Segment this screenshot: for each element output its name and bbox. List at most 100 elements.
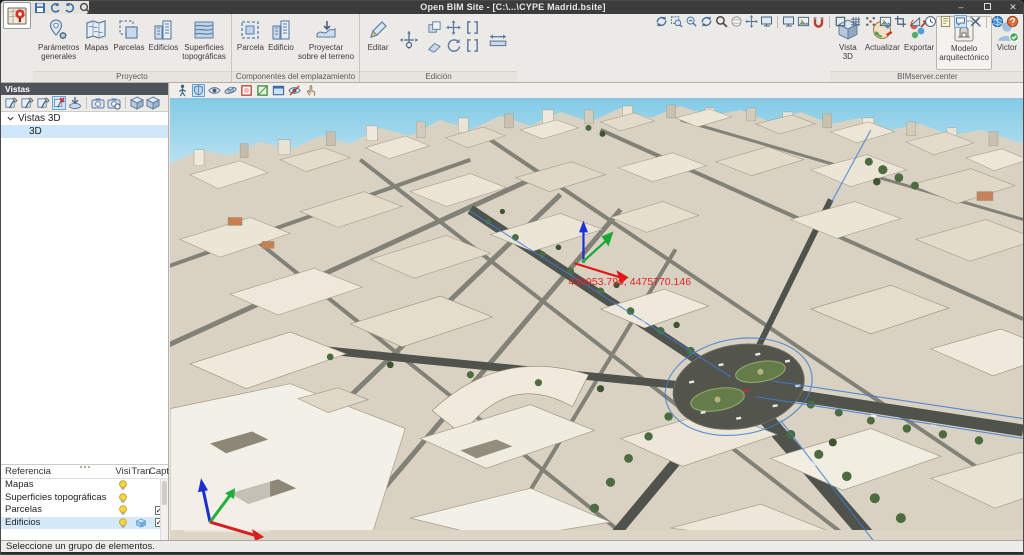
- tree-group-vistas-3d[interactable]: Vistas 3D: [1, 112, 168, 125]
- group-label-componentes: Componentes del emplazamiento: [232, 71, 359, 82]
- notes-icon[interactable]: [939, 15, 952, 28]
- wire-box-icon[interactable]: [146, 96, 160, 110]
- sphere-icon[interactable]: [730, 15, 743, 28]
- views-panel-title: Vistas: [1, 83, 168, 95]
- screen-icon[interactable]: [760, 15, 773, 28]
- group-label-bimserver: BIMserver.center: [830, 71, 1024, 82]
- globe-icon[interactable]: [991, 15, 1004, 28]
- help-icon[interactable]: [1006, 15, 1019, 28]
- window-view-icon[interactable]: [272, 84, 285, 97]
- window-title: Open BIM Site - [C:\...\CYPE Madrid.bsit…: [1, 2, 1024, 12]
- ribbon-group-componentes: Parcela Edificio Proyectar sobre el terr…: [231, 14, 359, 82]
- parameters-icon: [47, 18, 71, 42]
- visibility-bulb-icon[interactable]: [118, 480, 128, 490]
- title-bar: Open BIM Site - [C:\...\CYPE Madrid.bsit…: [1, 1, 1024, 14]
- copy-icon[interactable]: [427, 20, 442, 35]
- minimize-button[interactable]: –: [955, 1, 967, 14]
- table-row-edificios[interactable]: Edificios ✓: [1, 517, 168, 530]
- frame-icon[interactable]: [834, 15, 847, 28]
- edit-view-icon[interactable]: [20, 96, 34, 110]
- zoom-window-icon[interactable]: [670, 15, 683, 28]
- delete-view-icon[interactable]: [52, 96, 66, 110]
- edificios-button[interactable]: Edificios: [146, 16, 180, 70]
- photo-icon[interactable]: [91, 96, 105, 110]
- visibility-bulb-icon[interactable]: [118, 505, 128, 515]
- clip-box-red-icon[interactable]: [240, 84, 253, 97]
- grid-icon[interactable]: [849, 15, 862, 28]
- ribbon-group-edicion: Editar Edición: [359, 14, 517, 82]
- panel-splitter[interactable]: [1, 464, 168, 469]
- comment-icon[interactable]: [954, 15, 967, 28]
- new-view-icon[interactable]: [4, 96, 18, 110]
- slope-icon[interactable]: [909, 15, 922, 28]
- measure-person-icon[interactable]: [176, 84, 189, 97]
- hide-eye-icon[interactable]: [288, 84, 301, 97]
- maximize-button[interactable]: [981, 1, 993, 14]
- parcela-button[interactable]: Parcela: [235, 16, 266, 70]
- transparency-cube-icon[interactable]: [136, 518, 146, 528]
- table-row-mapas[interactable]: Mapas ✓: [1, 479, 168, 492]
- status-bar: Seleccione un grupo de elementos.: [1, 540, 1024, 552]
- solid-box-icon[interactable]: [130, 96, 144, 110]
- shield-icon[interactable]: [192, 84, 205, 97]
- move-icon[interactable]: [446, 20, 461, 35]
- rotate-view-icon[interactable]: [700, 15, 713, 28]
- visibility-bulb-icon[interactable]: [118, 518, 128, 528]
- table-scrollbar[interactable]: [160, 479, 168, 540]
- city-3d-scene[interactable]: 439953.790, 4475770.146: [170, 98, 1023, 540]
- measure-icon[interactable]: [488, 30, 508, 50]
- render-mode-icon[interactable]: [797, 15, 810, 28]
- edificio-button[interactable]: Edificio: [266, 16, 296, 70]
- pan-icon[interactable]: [745, 15, 758, 28]
- gizmo-coordinates: 439953.790, 4475770.146: [568, 277, 691, 288]
- visibility-bulb-icon[interactable]: [118, 493, 128, 503]
- magnet-icon[interactable]: [812, 15, 825, 28]
- parcel-icon: [238, 18, 262, 42]
- symmetry-icon[interactable]: [465, 20, 480, 35]
- app-window: Open BIM Site - [C:\...\CYPE Madrid.bsit…: [0, 0, 1024, 555]
- rotate-icon[interactable]: [446, 38, 461, 53]
- image-icon[interactable]: [879, 15, 892, 28]
- redraw-icon[interactable]: [782, 15, 795, 28]
- symmetry-copy-icon[interactable]: [465, 38, 480, 53]
- axis-triad: [184, 470, 270, 540]
- photo-zoom-icon[interactable]: [107, 96, 121, 110]
- zoom-icon[interactable]: [715, 15, 728, 28]
- zoom-out-icon[interactable]: [685, 15, 698, 28]
- proyectar-terreno-button[interactable]: Proyectar sobre el terreno: [296, 16, 356, 70]
- crop-icon[interactable]: [894, 15, 907, 28]
- snap-icon[interactable]: [864, 15, 877, 28]
- clock-icon[interactable]: [924, 15, 937, 28]
- close-button[interactable]: ✕: [1007, 1, 1019, 14]
- maximize-icon: [984, 3, 991, 10]
- window-edge: [1, 552, 1024, 554]
- duplicate-view-icon[interactable]: [36, 96, 50, 110]
- plan-view-icon[interactable]: [68, 96, 82, 110]
- views-tree: Vistas 3D 3D: [1, 112, 168, 138]
- mapas-button[interactable]: Mapas: [81, 16, 111, 70]
- pencil-icon: [366, 18, 390, 42]
- app-menu-button[interactable]: [3, 2, 31, 29]
- touch-icon[interactable]: [304, 84, 317, 97]
- buildings-icon: [151, 18, 175, 42]
- layers-table: Referencia Visi Tran Capt Mapas ✓ Superf…: [1, 464, 168, 540]
- viewport-toolbar: [170, 83, 1023, 98]
- eye-icon[interactable]: [208, 84, 221, 97]
- tools-icon[interactable]: [969, 15, 982, 28]
- viewport-3d[interactable]: 439953.790, 4475770.146: [170, 83, 1023, 540]
- superficies-button[interactable]: Superficies topográficas: [180, 16, 228, 70]
- parcelas-button[interactable]: Parcelas: [111, 16, 146, 70]
- move-node-icon[interactable]: [399, 30, 419, 50]
- clip-box-green-icon[interactable]: [256, 84, 269, 97]
- orbit-object-icon[interactable]: [224, 84, 237, 97]
- ribbon-group-proyecto: Parámetros generales Mapas Parcelas Edif…: [33, 14, 231, 82]
- editar-button[interactable]: Editar: [363, 16, 393, 70]
- tree-item-3d[interactable]: 3D: [1, 125, 168, 138]
- parcels-icon: [117, 18, 141, 42]
- orbit-icon[interactable]: [655, 15, 668, 28]
- erase-icon[interactable]: [427, 38, 442, 53]
- parametros-generales-button[interactable]: Parámetros generales: [36, 16, 81, 70]
- table-row-superficies[interactable]: Superficies topográficas ✓: [1, 492, 168, 505]
- table-row-parcelas[interactable]: Parcelas ✓: [1, 504, 168, 517]
- terrain-icon: [314, 18, 338, 42]
